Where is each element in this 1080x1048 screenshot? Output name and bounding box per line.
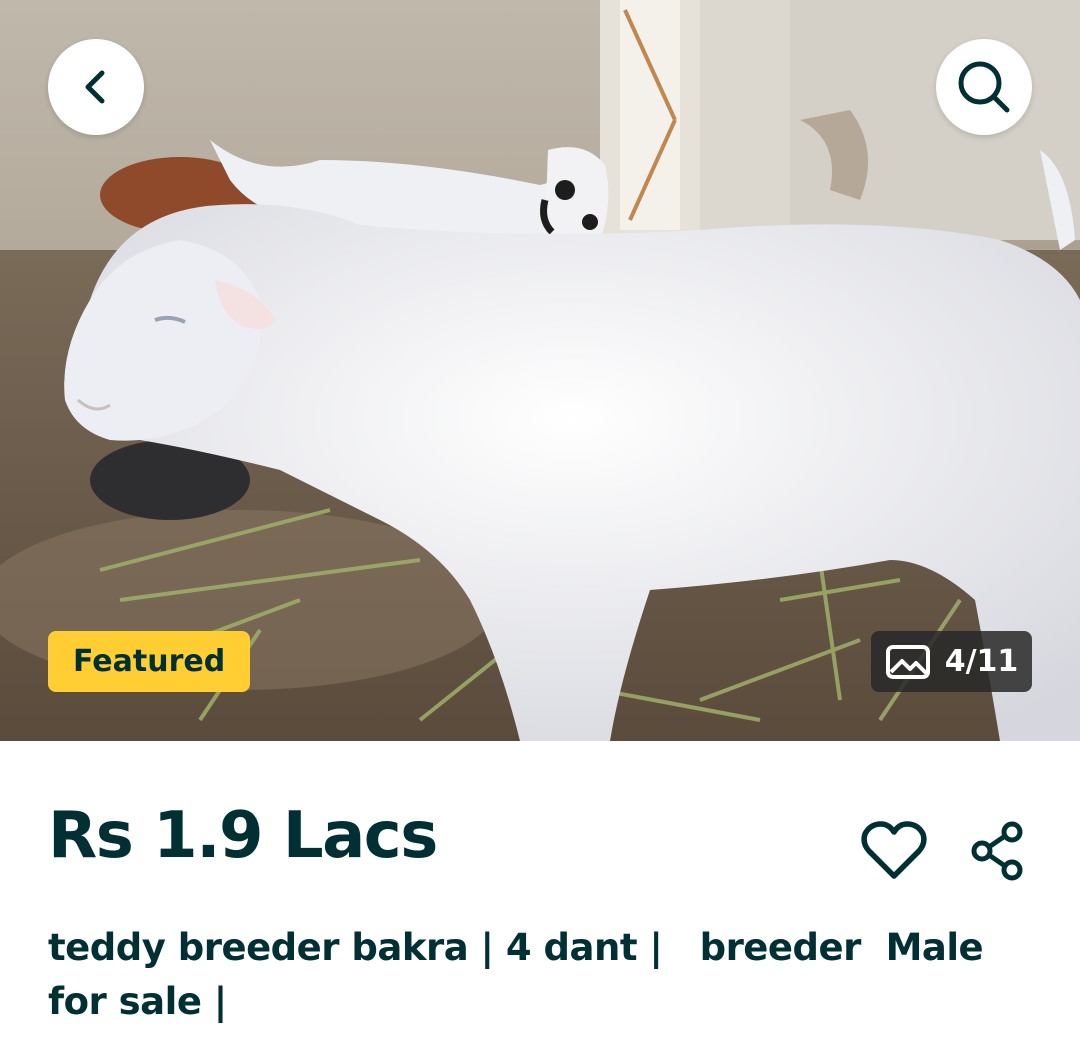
share-icon	[968, 821, 1028, 881]
image-counter-badge: 4/11	[871, 631, 1032, 692]
image-counter-text: 4/11	[944, 644, 1019, 679]
search-icon	[955, 58, 1013, 116]
favorite-button[interactable]	[856, 813, 932, 889]
listing-detail-screen: Featured 4/11 Rs 1.9 Lacs teddy breeder …	[0, 0, 1080, 1048]
listing-photo	[0, 0, 1080, 741]
share-button[interactable]	[960, 813, 1036, 889]
listing-details: Rs 1.9 Lacs teddy breeder bakra | 4 dant…	[0, 741, 1080, 1048]
image-icon	[885, 644, 931, 680]
listing-price: Rs 1.9 Lacs	[48, 799, 438, 873]
back-button[interactable]	[48, 39, 144, 135]
listing-title: teddy breeder bakra | 4 dant | breeder M…	[48, 926, 996, 1023]
chevron-left-icon	[74, 65, 118, 109]
search-button[interactable]	[936, 39, 1032, 135]
heart-icon	[860, 820, 928, 882]
featured-badge: Featured	[48, 631, 251, 692]
listing-photo-gallery[interactable]: Featured 4/11	[0, 0, 1080, 741]
